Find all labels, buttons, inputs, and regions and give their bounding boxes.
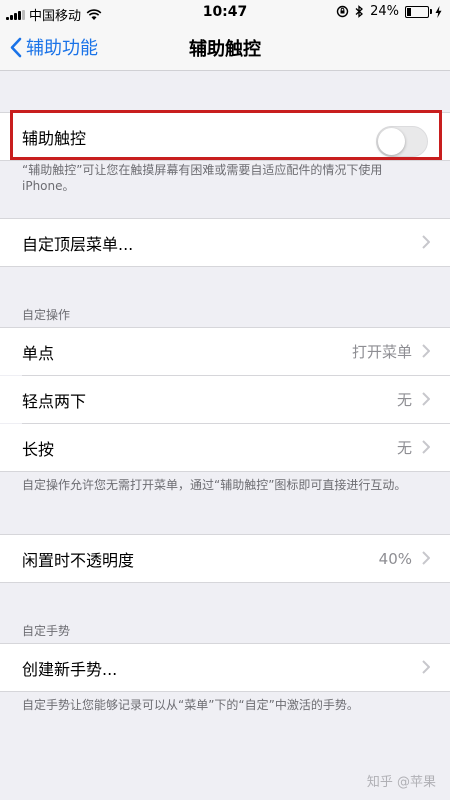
battery-fill xyxy=(407,7,411,16)
action-label: 轻点两下 xyxy=(22,391,87,411)
bluetooth-icon xyxy=(355,5,364,18)
chevron-right-icon xyxy=(422,440,430,454)
action-row-single-tap[interactable]: 单点 打开菜单 xyxy=(0,328,450,375)
highlight-box xyxy=(10,110,442,160)
divider xyxy=(0,582,450,583)
create-gesture-row[interactable]: 创建新手势... xyxy=(0,644,450,691)
chevron-right-icon xyxy=(422,551,430,565)
battery-percent: 24% xyxy=(370,4,399,19)
status-bar: 中国移动 10:47 24% xyxy=(0,0,450,26)
watermark: 知乎 @苹果 xyxy=(366,775,436,790)
divider xyxy=(0,691,450,692)
action-label: 单点 xyxy=(22,343,55,363)
custom-gestures-header: 自定手势 xyxy=(22,624,71,638)
custom-gestures-footer: 自定手势让您能够记录可以从“菜单”下的“自定”中激活的手势。 xyxy=(22,698,359,712)
top-menu-row[interactable]: 自定顶层菜单... xyxy=(0,219,450,266)
rotation-lock-icon xyxy=(336,5,349,18)
assistive-touch-description: “辅助触控”可让您在触摸屏幕有困难或需要自适应配件的情况下使用 iPhone。 xyxy=(22,163,383,193)
custom-actions-header: 自定操作 xyxy=(22,308,71,322)
idle-opacity-label: 闲置时不透明度 xyxy=(22,550,135,570)
divider xyxy=(0,471,450,472)
action-value: 无 xyxy=(396,439,412,457)
action-label: 长按 xyxy=(22,439,55,459)
battery-icon xyxy=(405,5,432,18)
navigation-bar: 辅助功能 辅助触控 xyxy=(0,26,450,71)
action-row-long-press[interactable]: 长按 无 xyxy=(0,424,450,471)
chevron-right-icon xyxy=(422,660,430,674)
action-value: 无 xyxy=(396,391,412,409)
chevron-right-icon xyxy=(422,344,430,358)
idle-opacity-value: 40% xyxy=(378,549,412,568)
action-value: 打开菜单 xyxy=(351,343,412,361)
status-right: 24% xyxy=(336,4,442,19)
page-title: 辅助触控 xyxy=(189,39,261,60)
action-row-double-tap[interactable]: 轻点两下 无 xyxy=(0,376,450,423)
chevron-right-icon xyxy=(422,392,430,406)
divider xyxy=(0,266,450,267)
top-menu-label: 自定顶层菜单... xyxy=(22,234,134,254)
custom-actions-footer: 自定操作允许您无需打开菜单，通过“辅助触控”图标即可直接进行互动。 xyxy=(22,478,407,492)
create-gesture-label: 创建新手势... xyxy=(22,659,118,679)
charging-icon xyxy=(435,5,442,18)
chevron-right-icon xyxy=(422,235,430,249)
divider xyxy=(0,160,450,161)
idle-opacity-row[interactable]: 闲置时不透明度 40% xyxy=(0,535,450,582)
